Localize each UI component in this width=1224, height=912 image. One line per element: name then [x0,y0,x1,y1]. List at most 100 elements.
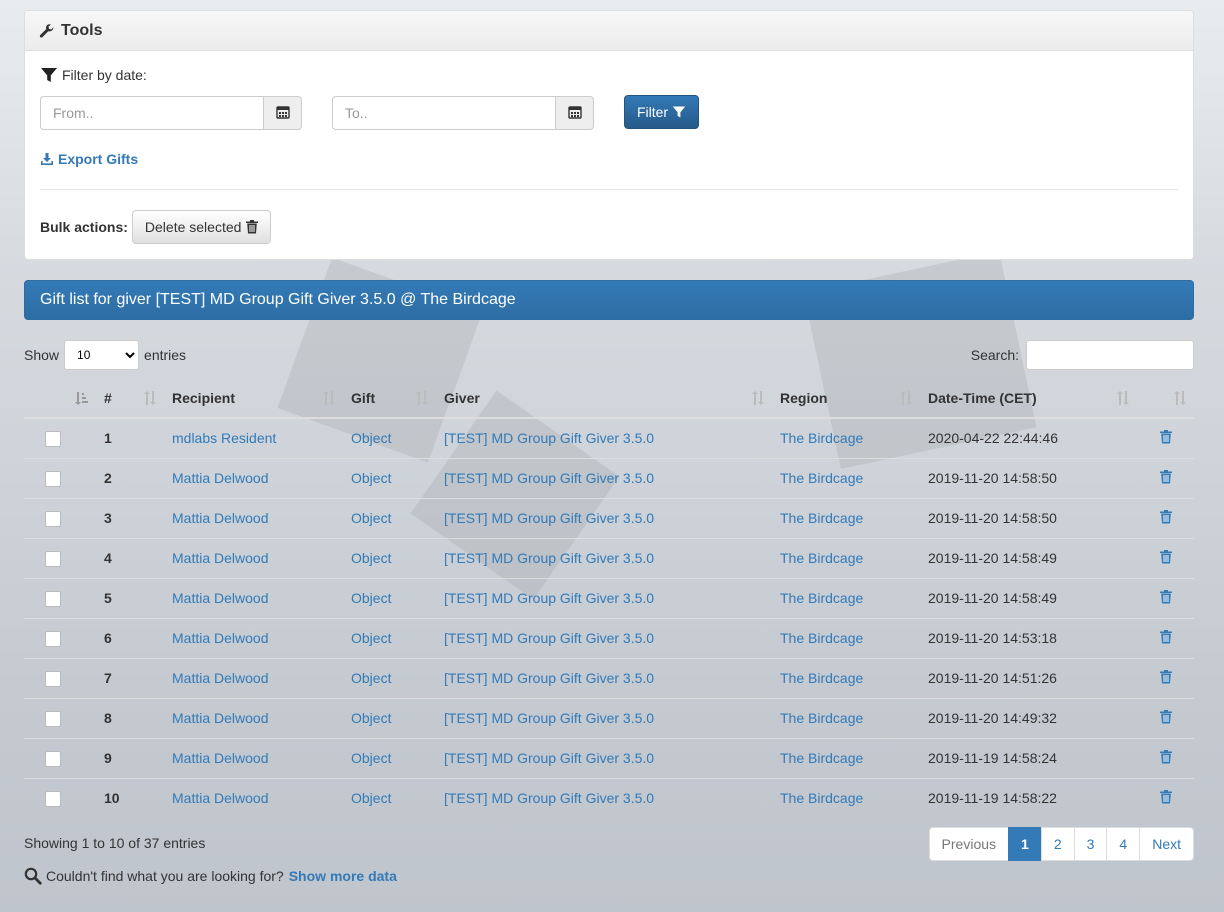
row-checkbox[interactable] [45,470,61,487]
gift-link[interactable]: Object [351,670,391,686]
search-input[interactable] [1026,340,1194,370]
delete-selected-button[interactable]: Delete selected [131,210,272,244]
to-date-input[interactable] [332,96,555,130]
giver-link[interactable]: [TEST] MD Group Gift Giver 3.5.0 [444,590,654,606]
trash-icon[interactable] [1159,629,1172,647]
region-link[interactable]: The Birdcage [780,750,863,766]
search-label: Search: [970,347,1019,363]
column-header-actions[interactable] [1137,379,1194,419]
column-header-giver[interactable]: Giver [436,379,772,419]
row-checkbox[interactable] [45,590,61,607]
recipient-link[interactable]: Mattia Delwood [172,630,269,646]
giver-link[interactable]: [TEST] MD Group Gift Giver 3.5.0 [444,750,654,766]
filter-button[interactable]: Filter [624,95,699,129]
giver-link[interactable]: [TEST] MD Group Gift Giver 3.5.0 [444,550,654,566]
recipient-link[interactable]: Mattia Delwood [172,670,269,686]
row-checkbox[interactable] [45,510,61,527]
datetime-cell: 2019-11-20 14:58:50 [920,457,1137,498]
gift-link[interactable]: Object [351,630,391,646]
column-header-region[interactable]: Region [772,379,920,419]
select-column-header[interactable] [24,379,96,419]
region-link[interactable]: The Birdcage [780,590,863,606]
recipient-link[interactable]: Mattia Delwood [172,710,269,726]
region-link[interactable]: The Birdcage [780,630,863,646]
pagination-next[interactable]: Next [1139,827,1194,861]
giver-link[interactable]: [TEST] MD Group Gift Giver 3.5.0 [444,630,654,646]
row-checkbox[interactable] [45,790,61,807]
row-checkbox[interactable] [45,670,61,687]
giver-link[interactable]: [TEST] MD Group Gift Giver 3.5.0 [444,710,654,726]
table-row: 4 Mattia Delwood Object [TEST] MD Group Gif… [24,537,1194,578]
recipient-link[interactable]: mdlabs Resident [172,430,276,446]
column-header-gift[interactable]: Gift [343,379,436,419]
export-gifts-link[interactable]: Export Gifts [40,151,138,167]
gift-link[interactable]: Object [351,470,391,486]
gift-link[interactable]: Object [351,550,391,566]
trash-icon[interactable] [1159,589,1172,607]
gift-link[interactable]: Object [351,430,391,446]
region-link[interactable]: The Birdcage [780,710,863,726]
recipient-link[interactable]: Mattia Delwood [172,790,269,806]
pagination-page-2[interactable]: 2 [1040,827,1075,861]
trash-icon[interactable] [1159,469,1172,487]
show-more-data-link[interactable]: Show more data [289,868,397,884]
region-link[interactable]: The Birdcage [780,670,863,686]
row-checkbox[interactable] [45,550,61,567]
show-more-section: Couldn't find what you are looking for? … [24,867,397,885]
trash-icon[interactable] [1159,509,1172,527]
recipient-link[interactable]: Mattia Delwood [172,550,269,566]
page-size-select[interactable]: 10 [64,340,140,370]
filter-label-text: Filter by date: [62,67,147,83]
gift-link[interactable]: Object [351,510,391,526]
bulk-actions: Bulk actions: Delete selected [40,210,272,244]
trash-icon[interactable] [1159,789,1172,807]
pagination-page-1[interactable]: 1 [1008,827,1042,861]
trash-icon[interactable] [1159,549,1172,567]
pagination-page-4[interactable]: 4 [1106,827,1141,861]
trash-icon[interactable] [1159,749,1172,767]
region-link[interactable]: The Birdcage [780,790,863,806]
trash-icon[interactable] [1159,669,1172,687]
gift-link[interactable]: Object [351,710,391,726]
recipient-link[interactable]: Mattia Delwood [172,750,269,766]
recipient-link[interactable]: Mattia Delwood [172,470,269,486]
column-header-datetime[interactable]: Date-Time (CET) [920,379,1137,419]
row-checkbox[interactable] [45,750,61,767]
region-link[interactable]: The Birdcage [780,550,863,566]
row-checkbox[interactable] [45,630,61,647]
delete-row-cell [1137,777,1194,818]
column-header-number[interactable]: # [96,379,164,419]
gift-link[interactable]: Object [351,590,391,606]
row-number: 8 [96,697,164,738]
column-header-label: # [104,390,112,406]
giver-link[interactable]: [TEST] MD Group Gift Giver 3.5.0 [444,430,654,446]
recipient-cell: Mattia Delwood [164,617,343,658]
from-date-group [40,96,302,130]
pagination-previous[interactable]: Previous [928,827,1010,861]
giver-link[interactable]: [TEST] MD Group Gift Giver 3.5.0 [444,510,654,526]
region-link[interactable]: The Birdcage [780,470,863,486]
to-calendar-button[interactable] [555,96,594,130]
row-checkbox[interactable] [45,710,61,727]
gift-cell: Object [343,737,436,778]
recipient-link[interactable]: Mattia Delwood [172,510,269,526]
region-link[interactable]: The Birdcage [780,430,863,446]
from-calendar-button[interactable] [263,96,302,130]
giver-link[interactable]: [TEST] MD Group Gift Giver 3.5.0 [444,670,654,686]
giver-link[interactable]: [TEST] MD Group Gift Giver 3.5.0 [444,790,654,806]
row-checkbox[interactable] [45,430,61,447]
gift-link[interactable]: Object [351,750,391,766]
trash-icon[interactable] [1159,709,1172,727]
datetime-cell: 2019-11-20 14:58:50 [920,497,1137,538]
trash-icon[interactable] [1159,429,1172,447]
delete-row-cell [1137,418,1194,458]
region-link[interactable]: The Birdcage [780,510,863,526]
giver-cell: [TEST] MD Group Gift Giver 3.5.0 [436,537,772,578]
column-header-recipient[interactable]: Recipient [164,379,343,419]
giver-link[interactable]: [TEST] MD Group Gift Giver 3.5.0 [444,470,654,486]
from-date-input[interactable] [40,96,263,130]
pagination-page-3[interactable]: 3 [1073,827,1108,861]
recipient-link[interactable]: Mattia Delwood [172,590,269,606]
table-info: Showing 1 to 10 of 37 entries [24,835,206,851]
gift-link[interactable]: Object [351,790,391,806]
